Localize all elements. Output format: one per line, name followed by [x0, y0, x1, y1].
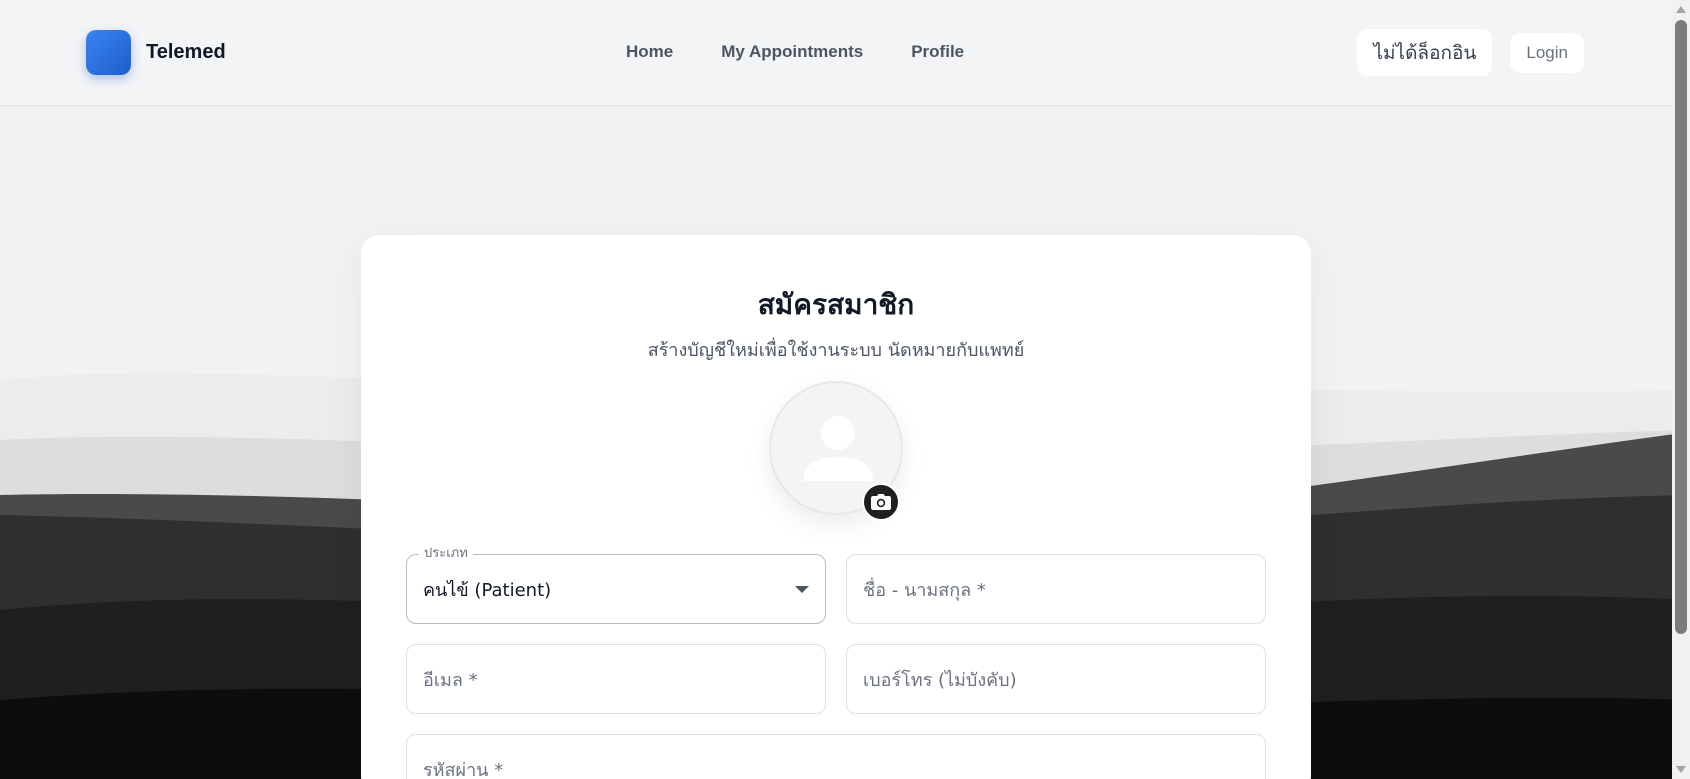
- brand[interactable]: Telemed: [86, 30, 226, 75]
- login-button[interactable]: Login: [1510, 33, 1584, 73]
- user-type-value: คนไข้ (Patient): [423, 579, 552, 601]
- page-scrollbar[interactable]: [1672, 0, 1690, 779]
- phone-input[interactable]: เบอร์โทร (ไม่บังคับ): [846, 644, 1266, 714]
- email-input[interactable]: อีเมล *: [406, 644, 826, 714]
- scroll-down-arrow-icon[interactable]: [1676, 766, 1686, 773]
- scroll-thumb[interactable]: [1675, 20, 1687, 634]
- login-status-badge: ไม่ได้ล็อกอิน: [1357, 29, 1493, 76]
- page-subtitle: สร้างบัญชีใหม่เพื่อใช้งานระบบ นัดหมายกับ…: [647, 340, 1025, 361]
- phone-placeholder: เบอร์โทร (ไม่บังคับ): [863, 669, 1017, 691]
- page-title: สมัครสมาชิก: [757, 288, 915, 321]
- user-type-select[interactable]: ประเภท คนไข้ (Patient): [406, 545, 826, 624]
- brand-name: Telemed: [146, 41, 226, 63]
- camera-icon: [871, 494, 891, 510]
- chevron-down-icon: [795, 586, 809, 593]
- camera-upload-button[interactable]: [862, 483, 900, 521]
- fullname-placeholder: ชื่อ - นามสกุล *: [863, 579, 986, 601]
- password-input[interactable]: รหัสผ่าน *: [406, 734, 1266, 779]
- fullname-input[interactable]: ชื่อ - นามสกุล *: [846, 554, 1266, 624]
- logo-icon: [86, 30, 131, 75]
- top-navbar: Telemed Home My Appointments Profile ไม่…: [0, 0, 1672, 106]
- register-card: สมัครสมาชิก สร้างบัญชีใหม่เพื่อใช้งานระบ…: [361, 235, 1311, 779]
- nav-link-my-appointments[interactable]: My Appointments: [721, 42, 863, 62]
- nav-link-home[interactable]: Home: [626, 42, 673, 62]
- nav-actions: ไม่ได้ล็อกอิน Login: [1357, 29, 1584, 76]
- password-placeholder: รหัสผ่าน *: [423, 759, 504, 779]
- main-nav: Home My Appointments Profile: [626, 42, 964, 62]
- email-placeholder: อีเมล *: [423, 669, 478, 691]
- scroll-up-arrow-icon[interactable]: [1676, 6, 1686, 13]
- user-type-label: ประเภท: [419, 545, 473, 563]
- nav-link-profile[interactable]: Profile: [911, 42, 964, 62]
